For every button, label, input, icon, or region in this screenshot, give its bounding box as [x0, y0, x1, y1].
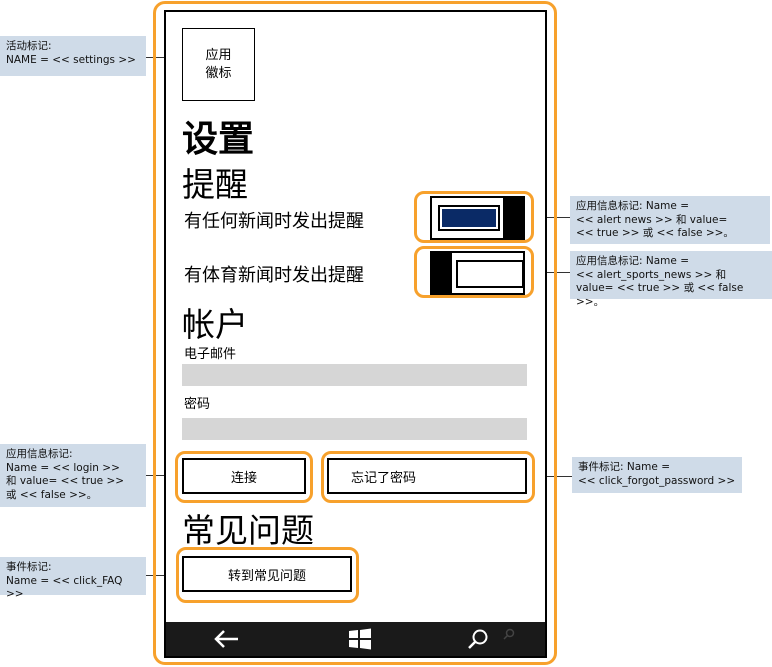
- callout-activity: 活动标记: NAME = << settings >>: [0, 36, 146, 76]
- search-icon-secondary: [503, 628, 515, 640]
- section-heading-account: 帐户: [182, 305, 248, 344]
- callout-login: 应用信息标记: Name = << login >> 和 value= << t…: [0, 444, 146, 507]
- app-logo-text: 应用 徽标: [205, 47, 232, 81]
- back-arrow-icon[interactable]: [212, 628, 240, 650]
- toggle-thumb[interactable]: [503, 196, 525, 240]
- section-heading-faq: 常见问题: [182, 511, 314, 550]
- app-logo: 应用 徽标: [182, 28, 255, 101]
- alert-news-toggle[interactable]: [430, 196, 525, 240]
- toggle-track: [456, 260, 524, 288]
- alert-sports-label: 有体育新闻时发出提醒: [184, 265, 364, 286]
- windows-start-icon[interactable]: [348, 628, 372, 650]
- password-label: 密码: [184, 397, 211, 412]
- toggle-thumb[interactable]: [430, 251, 452, 295]
- section-heading-alerts: 提醒: [182, 165, 248, 204]
- toggle-track-fill: [438, 205, 500, 231]
- search-icon[interactable]: [466, 628, 490, 652]
- alert-sports-toggle[interactable]: [430, 251, 525, 295]
- email-field[interactable]: [182, 364, 527, 386]
- goto-faq-button[interactable]: 转到常见问题: [182, 556, 352, 592]
- connect-button[interactable]: 连接: [182, 458, 306, 494]
- callout-alert-news: 应用信息标记: Name = << alert news >> 和 value=…: [570, 196, 770, 244]
- page-title: 设置: [182, 119, 255, 160]
- forgot-password-button[interactable]: 忘记了密码: [327, 458, 527, 494]
- callout-alert-sports: 应用信息标记: Name = << alert_sports_news >> 和…: [570, 251, 772, 308]
- password-field[interactable]: [182, 418, 527, 440]
- email-label: 电子邮件: [184, 347, 237, 362]
- callout-forgot: 事件标记: Name = << click_forgot_password >>: [572, 457, 742, 493]
- app-bar: [166, 622, 545, 656]
- alert-news-label: 有任何新闻时发出提醒: [184, 211, 364, 232]
- callout-faq: 事件标记: Name = << click_FAQ >>: [0, 557, 146, 600]
